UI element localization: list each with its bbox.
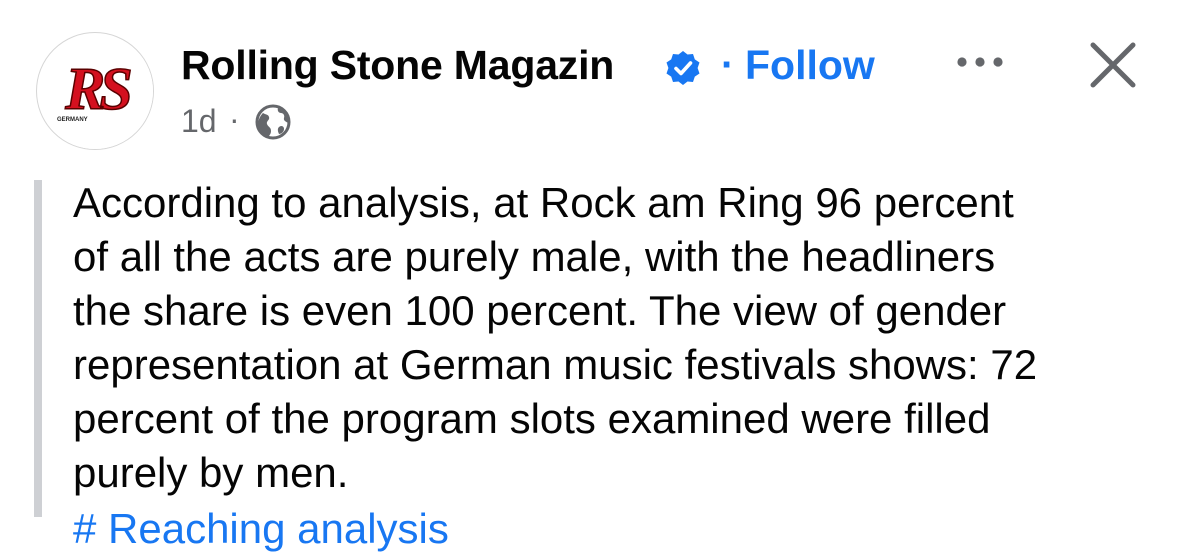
follow-separator: · xyxy=(721,43,735,87)
globe-icon[interactable] xyxy=(254,103,292,141)
close-icon[interactable] xyxy=(1088,40,1138,90)
post-body-line: percent of the program slots examined we… xyxy=(73,395,991,442)
follow-button[interactable]: Follow xyxy=(745,41,875,89)
quote-bar xyxy=(34,180,42,517)
rolling-stone-logo-icon: RS GERMANY xyxy=(38,34,153,149)
logo-subtext: GERMANY xyxy=(57,117,88,123)
meta-separator: · xyxy=(229,101,240,137)
verified-badge-icon xyxy=(666,51,700,85)
more-options-icon[interactable] xyxy=(952,49,1008,75)
post-body: According to analysis, at Rock am Ring 9… xyxy=(73,176,1153,500)
page-avatar[interactable]: RS GERMANY xyxy=(36,32,154,150)
post-timestamp[interactable]: 1d xyxy=(181,101,217,141)
logo-text: RS xyxy=(64,56,130,122)
post-body-line: representation at German music festivals… xyxy=(73,341,1038,388)
page-name-link[interactable]: Rolling Stone Magazin xyxy=(181,41,614,89)
post-body-line: According to analysis, at Rock am Ring 9… xyxy=(73,179,1014,226)
hashtag-link[interactable]: # Reaching analysis xyxy=(73,502,449,556)
post-body-line: purely by men. xyxy=(73,449,349,496)
post-body-line: of all the acts are purely male, with th… xyxy=(73,233,996,280)
post-body-line: the share is even 100 percent. The view … xyxy=(73,287,1007,334)
